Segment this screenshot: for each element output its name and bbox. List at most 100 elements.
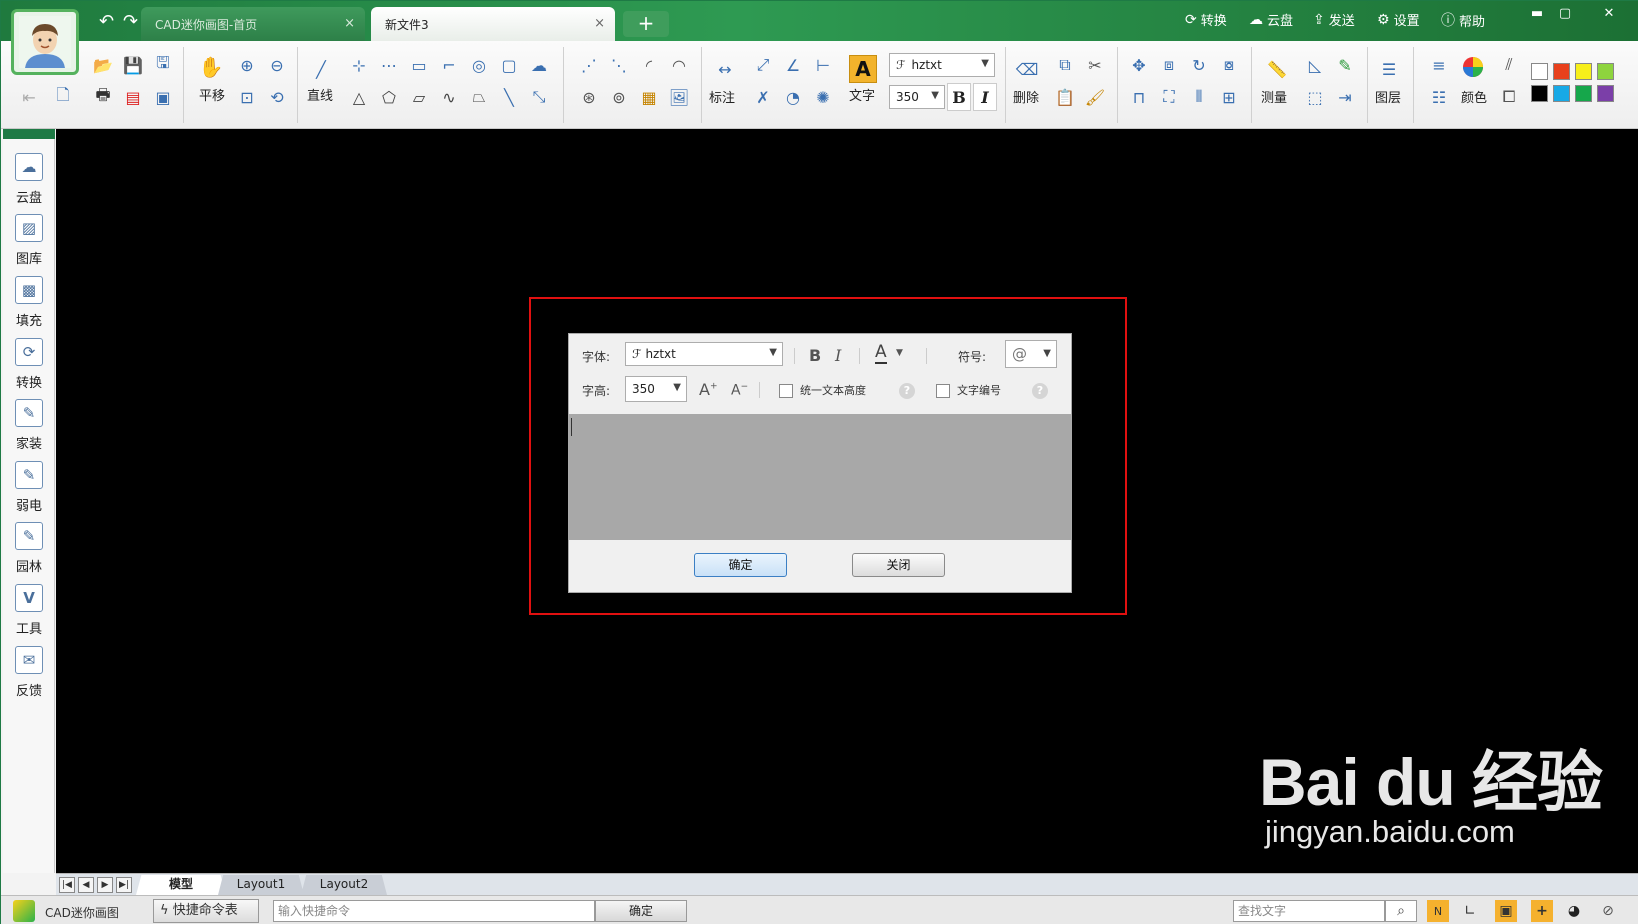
tab-close-icon[interactable]: × [594, 16, 605, 31]
polygon-circle-icon[interactable]: ⊚ [605, 83, 633, 111]
color-swatch-black[interactable] [1531, 85, 1548, 102]
layers-icon[interactable]: ☰ [1375, 55, 1403, 83]
text-input-area[interactable] [569, 414, 1071, 540]
color-wheel-icon[interactable] [1459, 53, 1487, 81]
italic-button[interactable]: I [973, 83, 997, 111]
maximize-button[interactable]: ▢ [1553, 5, 1577, 23]
search-icon[interactable]: ⌕ [1385, 900, 1417, 922]
tab-layout2[interactable]: Layout2 [301, 875, 387, 895]
add-tab-button[interactable]: + [623, 11, 669, 37]
fillet-icon[interactable]: ◜ [635, 51, 663, 79]
close-window-button[interactable]: ✕ [1597, 5, 1621, 23]
sidebar-item-home-decor[interactable]: ✎ 家装 [3, 399, 55, 452]
text-numbering-checkbox[interactable] [936, 384, 950, 398]
color-swatch-white[interactable] [1531, 63, 1548, 80]
explode-icon[interactable]: ⛶ [1155, 83, 1183, 111]
prev-layout-button[interactable]: ◀ [78, 877, 94, 893]
dialog-font-select[interactable]: ℱhztxt ▼ [625, 342, 783, 366]
cut-icon[interactable]: ✂ [1081, 51, 1109, 79]
block-export-icon[interactable]: ⇥ [1331, 83, 1359, 111]
extend-icon[interactable]: ⋱ [605, 51, 633, 79]
sidebar-item-weak-current[interactable]: ✎ 弱电 [3, 461, 55, 514]
color-swatch-darkgreen[interactable] [1575, 85, 1592, 102]
tab-model[interactable]: 模型 [136, 875, 226, 895]
close-button[interactable]: 关闭 [852, 553, 945, 577]
next-layout-button[interactable]: ▶ [97, 877, 113, 893]
aligned-dim-icon[interactable]: ⤢ [749, 51, 777, 79]
user-avatar[interactable] [11, 9, 79, 75]
sidebar-item-tools[interactable]: V 工具 [3, 584, 55, 637]
trapezoid-icon[interactable]: ⏢ [465, 83, 493, 111]
polyline-icon[interactable]: ⊹ [345, 51, 373, 79]
color-icon[interactable]: ◕ [1563, 900, 1585, 922]
orbit-icon[interactable]: ⊘ [1597, 900, 1619, 922]
open-file-icon[interactable]: 📂 [89, 51, 117, 79]
sidebar-item-feedback[interactable]: ✉ 反馈 [3, 646, 55, 699]
array-icon[interactable]: ⊞ [1215, 83, 1243, 111]
grid-icon[interactable]: ▣ [1495, 900, 1517, 922]
dimension-icon[interactable]: ↔ [711, 55, 739, 83]
linetype-icon[interactable]: ≡ [1425, 51, 1453, 79]
ok-button[interactable]: 确定 [694, 553, 787, 577]
back-icon[interactable]: ⇤ [15, 83, 43, 111]
increase-font-button[interactable]: A+ [699, 380, 718, 399]
pentagon-icon[interactable]: ⬠ [375, 83, 403, 111]
color-swatch-cyan[interactable] [1553, 85, 1570, 102]
eraser-icon[interactable]: ⌫ [1013, 55, 1041, 83]
shortcut-table-button[interactable]: ϟ 快捷命令表 [153, 899, 259, 923]
pdf-export-icon[interactable]: ▤ [119, 83, 147, 111]
rotate-icon[interactable]: ↻ [1185, 51, 1213, 79]
scale-icon[interactable]: ⧈ [1155, 51, 1183, 79]
paste-icon[interactable]: 📋 [1051, 83, 1079, 111]
sidebar-item-gallery[interactable]: ▨ 图库 [3, 214, 55, 267]
dialog-bold-button[interactable]: B [809, 346, 821, 365]
crosshair-icon[interactable]: + [1531, 900, 1553, 922]
find-text-input[interactable]: 查找文字 [1233, 900, 1385, 922]
zoom-in-icon[interactable]: ⊕ [233, 51, 261, 79]
rectangle-icon[interactable]: ▢ [495, 51, 523, 79]
color-swatch-purple[interactable] [1597, 85, 1614, 102]
wall-icon[interactable]: ▭ [405, 51, 433, 79]
new-file-icon[interactable]: 🗋 [49, 83, 77, 111]
menu-cloud[interactable]: ☁ 云盘 [1249, 10, 1293, 30]
ortho-icon[interactable]: ∟ [1459, 900, 1481, 922]
stretch-icon[interactable]: ⊓ [1125, 83, 1153, 111]
text-tool-icon[interactable]: A [849, 55, 877, 83]
snap-icon[interactable]: N [1427, 900, 1449, 922]
mirror-icon[interactable]: ⫴ [1185, 83, 1213, 111]
minimize-button[interactable]: ▬ [1525, 5, 1549, 23]
copy-icon[interactable]: ⧉ [1051, 51, 1079, 79]
first-layout-button[interactable]: |◀ [59, 877, 75, 893]
tab-close-icon[interactable]: × [344, 16, 355, 31]
area-measure-icon[interactable]: ◺ [1301, 51, 1329, 79]
command-input[interactable]: 输入快捷命令 [273, 900, 595, 922]
donut-icon[interactable]: ⊛ [575, 83, 603, 111]
sidebar-item-cloud[interactable]: ☁ 云盘 [3, 153, 55, 206]
triangle-icon[interactable]: △ [345, 83, 373, 111]
multiline-icon[interactable]: ⋯ [375, 51, 403, 79]
command-confirm-button[interactable]: 确定 [595, 900, 687, 922]
angle-dim-icon[interactable]: ∠ [779, 51, 807, 79]
spline-icon[interactable]: ∿ [435, 83, 463, 111]
last-layout-button[interactable]: ▶| [116, 877, 132, 893]
pencil-icon[interactable]: ✎ [1331, 51, 1359, 79]
bold-button[interactable]: B [947, 83, 971, 111]
symbol-select[interactable]: @ ▼ [1005, 340, 1057, 368]
save-icon[interactable]: 💾 [119, 51, 147, 79]
block-insert-icon[interactable]: ⬚ [1301, 83, 1329, 111]
text-height-select[interactable]: 350 ▼ [889, 85, 945, 109]
tab-home[interactable]: CAD迷你画图-首页 × [141, 7, 365, 41]
menu-help[interactable]: ⓘ 帮助 [1441, 10, 1485, 30]
leader-icon[interactable]: ✗ [749, 83, 777, 111]
font-select[interactable]: ℱhztxt ▼ [889, 53, 995, 77]
arc-segment-icon[interactable]: ⌐ [435, 51, 463, 79]
lineweight-icon[interactable]: ☷ [1425, 83, 1453, 111]
help-icon[interactable]: ? [1032, 383, 1048, 399]
menu-send[interactable]: ⇪ 发送 [1313, 10, 1355, 30]
cloud-line-icon[interactable]: ☁ [525, 51, 553, 79]
hatch-icon[interactable]: ▦ [635, 83, 663, 111]
color-swatch-yellow[interactable] [1575, 63, 1592, 80]
zoom-extents-icon[interactable]: ⟲ [263, 83, 291, 111]
ruler-icon[interactable]: 📏 [1263, 55, 1291, 83]
decrease-font-button[interactable]: A− [731, 382, 748, 399]
